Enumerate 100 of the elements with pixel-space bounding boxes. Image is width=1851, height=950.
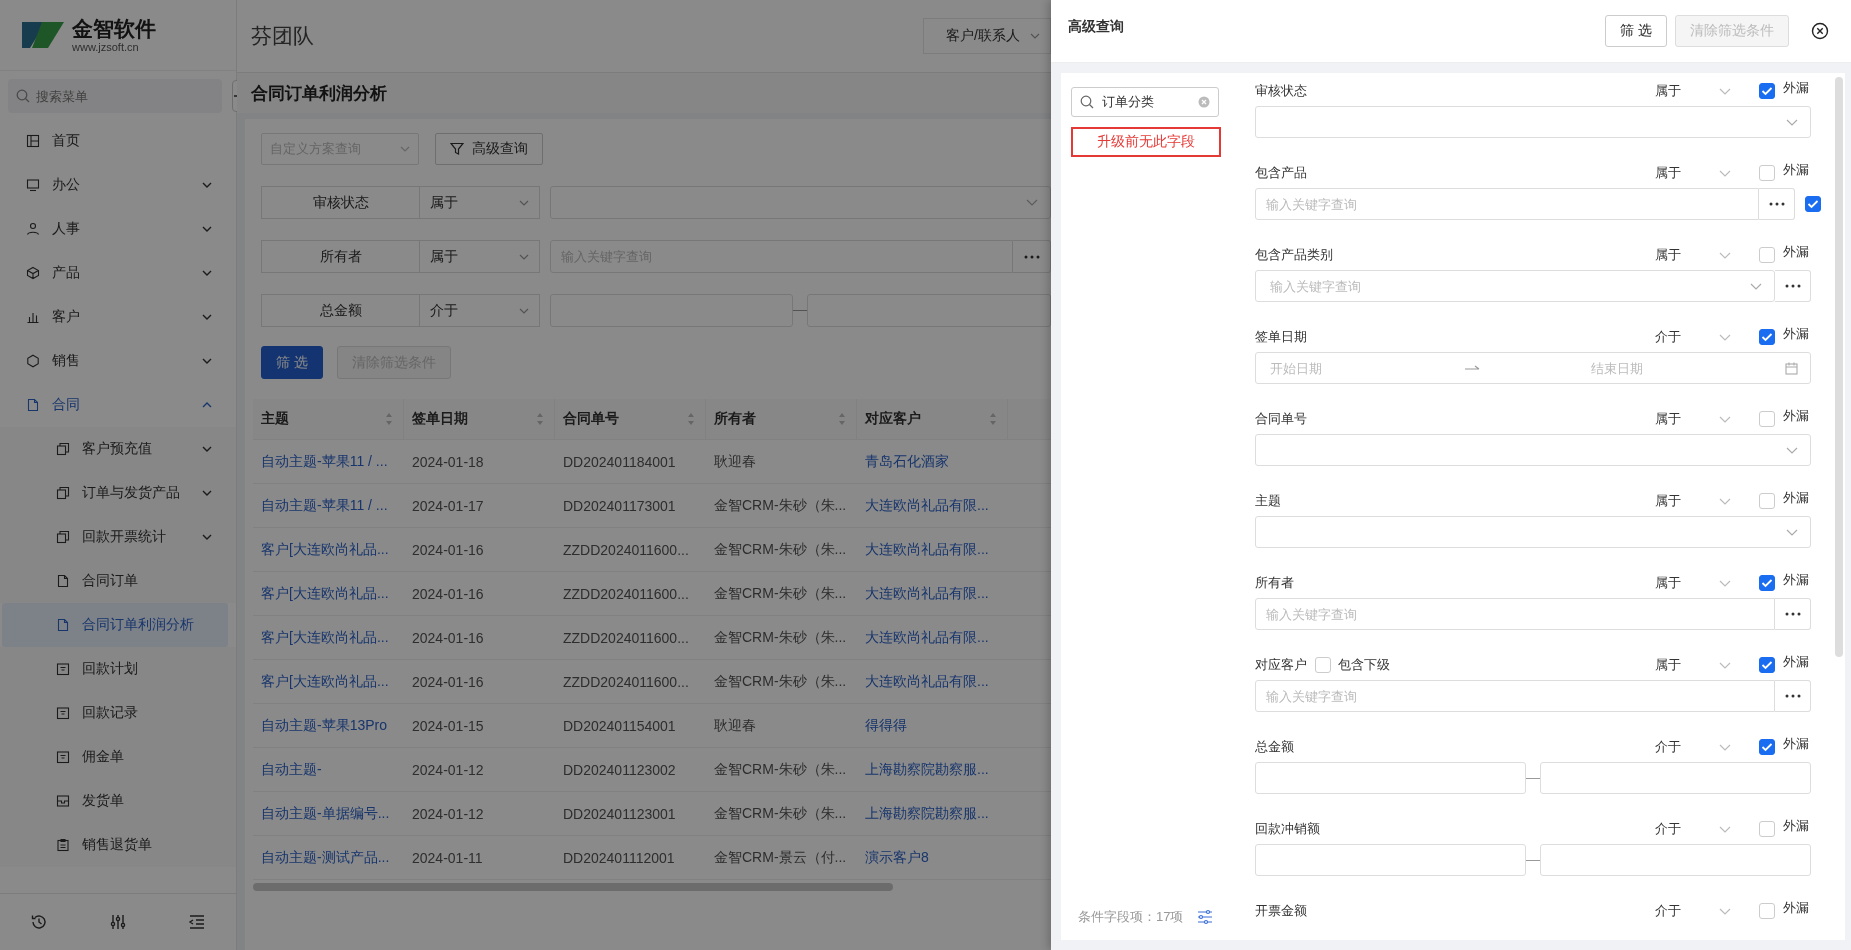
table-link[interactable]: 上海勘察院勘察服... — [857, 748, 1008, 791]
select-field[interactable] — [1255, 516, 1811, 548]
operator-select[interactable]: 属于 — [1655, 164, 1737, 182]
sliders-icon[interactable] — [1197, 909, 1214, 925]
chevron-down-icon — [1719, 579, 1731, 587]
menu-item[interactable]: 合同订单利润分析 — [2, 603, 228, 647]
table-link[interactable]: 自动主题- — [253, 748, 404, 791]
table-link[interactable]: 大连欧尚礼品有限... — [857, 616, 1008, 659]
table-link[interactable]: 客户[大连欧尚礼品... — [253, 616, 404, 659]
table-link[interactable]: 自动主题-苹果11 / ... — [253, 440, 404, 483]
scrollbar[interactable] — [1835, 77, 1843, 657]
checkbox-label: 外漏 — [1783, 735, 1809, 753]
operator-select[interactable]: 介于 — [1655, 738, 1737, 756]
input-field[interactable]: 输入关键字查询 — [1268, 277, 1740, 295]
table-link[interactable]: 得得得 — [857, 704, 1008, 747]
table-link[interactable]: 上海勘察院勘察服... — [857, 792, 1008, 835]
field-label: 所有者 — [1255, 574, 1294, 592]
checkbox[interactable] — [1759, 83, 1775, 99]
table-link[interactable]: 客户[大连欧尚礼品... — [253, 528, 404, 571]
operator-select[interactable]: 介于 — [420, 294, 540, 327]
table-link[interactable]: 大连欧尚礼品有限... — [857, 572, 1008, 615]
menu-item[interactable]: 销售 — [0, 339, 236, 383]
filter-button[interactable]: 筛 选 — [261, 346, 323, 379]
menu-item[interactable]: 合同 — [0, 383, 236, 427]
column-header[interactable]: 主题 — [253, 399, 404, 439]
column-header[interactable]: 签单日期 — [404, 399, 555, 439]
select-field[interactable] — [1255, 434, 1811, 466]
input-field[interactable] — [549, 294, 794, 327]
select-field[interactable] — [549, 186, 1051, 219]
table-link[interactable]: 大连欧尚礼品有限... — [857, 484, 1008, 527]
table-link[interactable]: 自动主题-苹果11 / ... — [253, 484, 404, 527]
select-field[interactable]: 输入关键字查询 — [1255, 270, 1775, 302]
table-link[interactable]: 演示客户8 — [857, 836, 1008, 879]
chevron-down-icon — [202, 490, 212, 496]
more-button[interactable] — [1775, 270, 1811, 302]
sliders-icon — [109, 913, 127, 931]
input-field[interactable] — [1255, 762, 1526, 794]
menu-item[interactable]: 首页 — [0, 119, 236, 163]
checkbox[interactable] — [1759, 657, 1775, 673]
operator-select[interactable]: 介于 — [1655, 902, 1737, 920]
table-link[interactable]: 大连欧尚礼品有限... — [857, 528, 1008, 571]
operator-select[interactable]: 属于 — [1655, 246, 1737, 264]
operator-select[interactable]: 属于 — [420, 186, 540, 219]
more-button[interactable] — [1775, 598, 1811, 630]
table-link[interactable]: 自动主题-单据编号... — [253, 792, 404, 835]
select-field[interactable] — [1255, 106, 1811, 138]
more-button[interactable] — [1013, 240, 1051, 273]
operator-select[interactable]: 属于 — [1655, 492, 1737, 510]
module-dropdown[interactable]: 客户/联系人 — [923, 18, 1051, 54]
input-field[interactable]: 输入关键字查询 — [1255, 188, 1759, 220]
operator-select[interactable]: 介于 — [1655, 328, 1737, 346]
search-box[interactable]: 订单分类 — [1071, 87, 1219, 117]
checkbox[interactable] — [1759, 575, 1775, 591]
operator-select[interactable]: 介于 — [1655, 820, 1737, 838]
close-icon[interactable] — [1811, 22, 1829, 40]
table-link[interactable]: 自动主题-苹果13Pro — [253, 704, 404, 747]
document-icon — [26, 398, 40, 412]
end-date-input[interactable]: 结束日期 — [1490, 359, 1775, 377]
operator-select[interactable]: 属于 — [1655, 574, 1737, 592]
advanced-query-button[interactable]: 高级查询 — [435, 133, 543, 165]
column-header[interactable]: 合同单号 — [555, 399, 706, 439]
more-button[interactable] — [1775, 680, 1811, 712]
input-field[interactable] — [807, 294, 1051, 327]
sort-icon — [536, 412, 544, 426]
start-date-input[interactable]: 开始日期 — [1268, 359, 1455, 377]
checkbox[interactable] — [1759, 329, 1775, 345]
input-field[interactable] — [1540, 844, 1811, 876]
clear-icon[interactable] — [1198, 96, 1210, 108]
menu-item[interactable]: 人事 — [0, 207, 236, 251]
menu-item[interactable]: 客户 — [0, 295, 236, 339]
table-link[interactable]: 大连欧尚礼品有限... — [857, 660, 1008, 703]
scrollbar[interactable] — [253, 883, 893, 891]
date-range-field[interactable]: 开始日期 结束日期 — [1255, 352, 1811, 384]
operator-select[interactable]: 属于 — [1655, 82, 1737, 100]
column-header[interactable]: 所有者 — [706, 399, 857, 439]
column-header[interactable]: 对应客户 — [857, 399, 1008, 439]
input-field[interactable]: 输入关键字查询 — [1255, 680, 1775, 712]
more-button[interactable] — [1759, 188, 1795, 220]
clipboard-icon — [56, 838, 70, 852]
checkbox[interactable] — [1805, 196, 1821, 212]
chevron-down-icon — [202, 226, 212, 232]
menu-item[interactable]: 办公 — [0, 163, 236, 207]
input-field[interactable] — [1255, 844, 1526, 876]
table-link[interactable]: 自动主题-测试产品... — [253, 836, 404, 879]
checkbox[interactable] — [1759, 739, 1775, 755]
chevron-down-icon — [518, 253, 529, 260]
input-field[interactable] — [1540, 762, 1811, 794]
search-input[interactable]: 订单分类 — [1100, 93, 1192, 111]
operator-select[interactable]: 属于 — [420, 240, 540, 273]
search-input[interactable]: 搜索菜单 — [34, 87, 214, 105]
search-box[interactable]: 搜索菜单 — [8, 79, 222, 113]
filter-button[interactable]: 筛 选 — [1605, 15, 1667, 47]
menu-item[interactable]: 产品 — [0, 251, 236, 295]
input-field[interactable]: 输入关键字查询 — [1255, 598, 1775, 630]
table-link[interactable]: 客户[大连欧尚礼品... — [253, 660, 404, 703]
operator-select[interactable]: 属于 — [1655, 656, 1737, 674]
table-link[interactable]: 青岛石化酒家 — [857, 440, 1008, 483]
operator-select[interactable]: 属于 — [1655, 410, 1737, 428]
chevron-down-icon — [1719, 825, 1731, 833]
table-link[interactable]: 客户[大连欧尚礼品... — [253, 572, 404, 615]
